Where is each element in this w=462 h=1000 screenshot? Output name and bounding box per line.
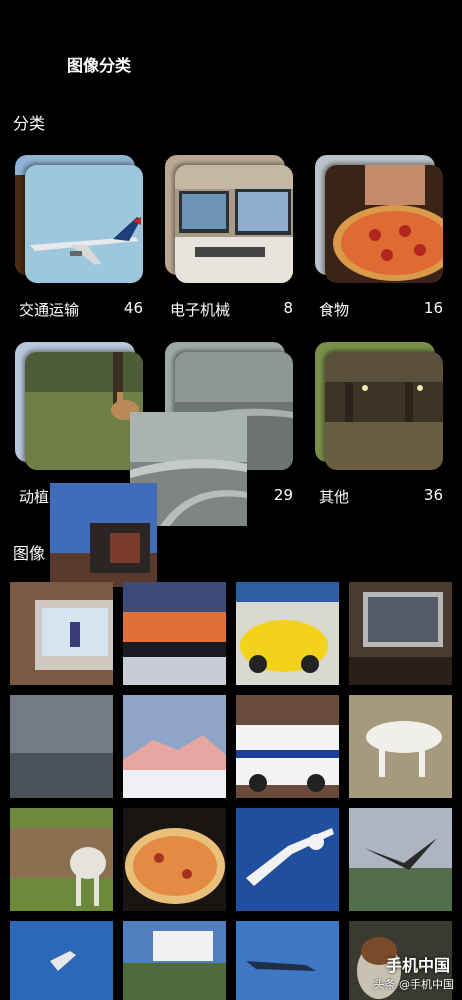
image-thumbnail[interactable]	[10, 582, 113, 685]
image-thumbnail[interactable]	[123, 808, 226, 911]
image-thumbnail[interactable]	[10, 808, 113, 911]
category-label: 其他	[319, 488, 350, 506]
image-thumbnail[interactable]	[236, 808, 339, 911]
watermark-logo: 手机中国	[385, 956, 450, 975]
category-card-food[interactable]	[315, 155, 443, 285]
category-card-animals-plants[interactable]	[15, 342, 143, 472]
category-thumbnail-llama	[25, 352, 143, 470]
category-thumbnail-airplane	[25, 165, 143, 283]
category-count: 8	[283, 299, 293, 317]
image-thumbnail[interactable]	[236, 695, 339, 798]
category-count: 29	[273, 486, 293, 504]
image-thumbnail[interactable]	[349, 695, 452, 798]
category-thumbnail-pizza	[325, 165, 443, 283]
image-thumbnail[interactable]	[123, 695, 226, 798]
category-card-transport[interactable]	[15, 155, 143, 285]
image-thumbnail[interactable]	[236, 921, 339, 1000]
image-thumbnail[interactable]	[10, 921, 113, 1000]
category-card-electronics[interactable]	[165, 155, 293, 285]
image-thumbnail[interactable]	[349, 582, 452, 685]
category-thumbnail-monitors	[175, 165, 293, 283]
category-thumbnail-garage	[325, 352, 443, 470]
category-label: 食物	[319, 301, 350, 319]
image-thumbnail[interactable]	[10, 695, 113, 798]
page-title: 图像分类	[67, 56, 132, 75]
image-thumbnail[interactable]	[349, 808, 452, 911]
floating-thumbnail-truck	[50, 483, 157, 587]
category-label: 电子机械	[170, 301, 231, 319]
watermark-text: 头条 @手机中国	[373, 978, 455, 991]
section-title-categories: 分类	[13, 114, 46, 133]
image-thumbnail[interactable]	[123, 921, 226, 1000]
category-card-other[interactable]	[315, 342, 443, 472]
image-thumbnail[interactable]	[236, 582, 339, 685]
category-count: 16	[423, 299, 443, 317]
section-title-images: 图像	[13, 544, 46, 563]
category-count: 36	[423, 486, 443, 504]
image-thumbnail[interactable]	[123, 582, 226, 685]
category-label: 交通运输	[19, 301, 80, 319]
category-label: 动植	[19, 488, 50, 506]
category-count: 46	[123, 299, 143, 317]
